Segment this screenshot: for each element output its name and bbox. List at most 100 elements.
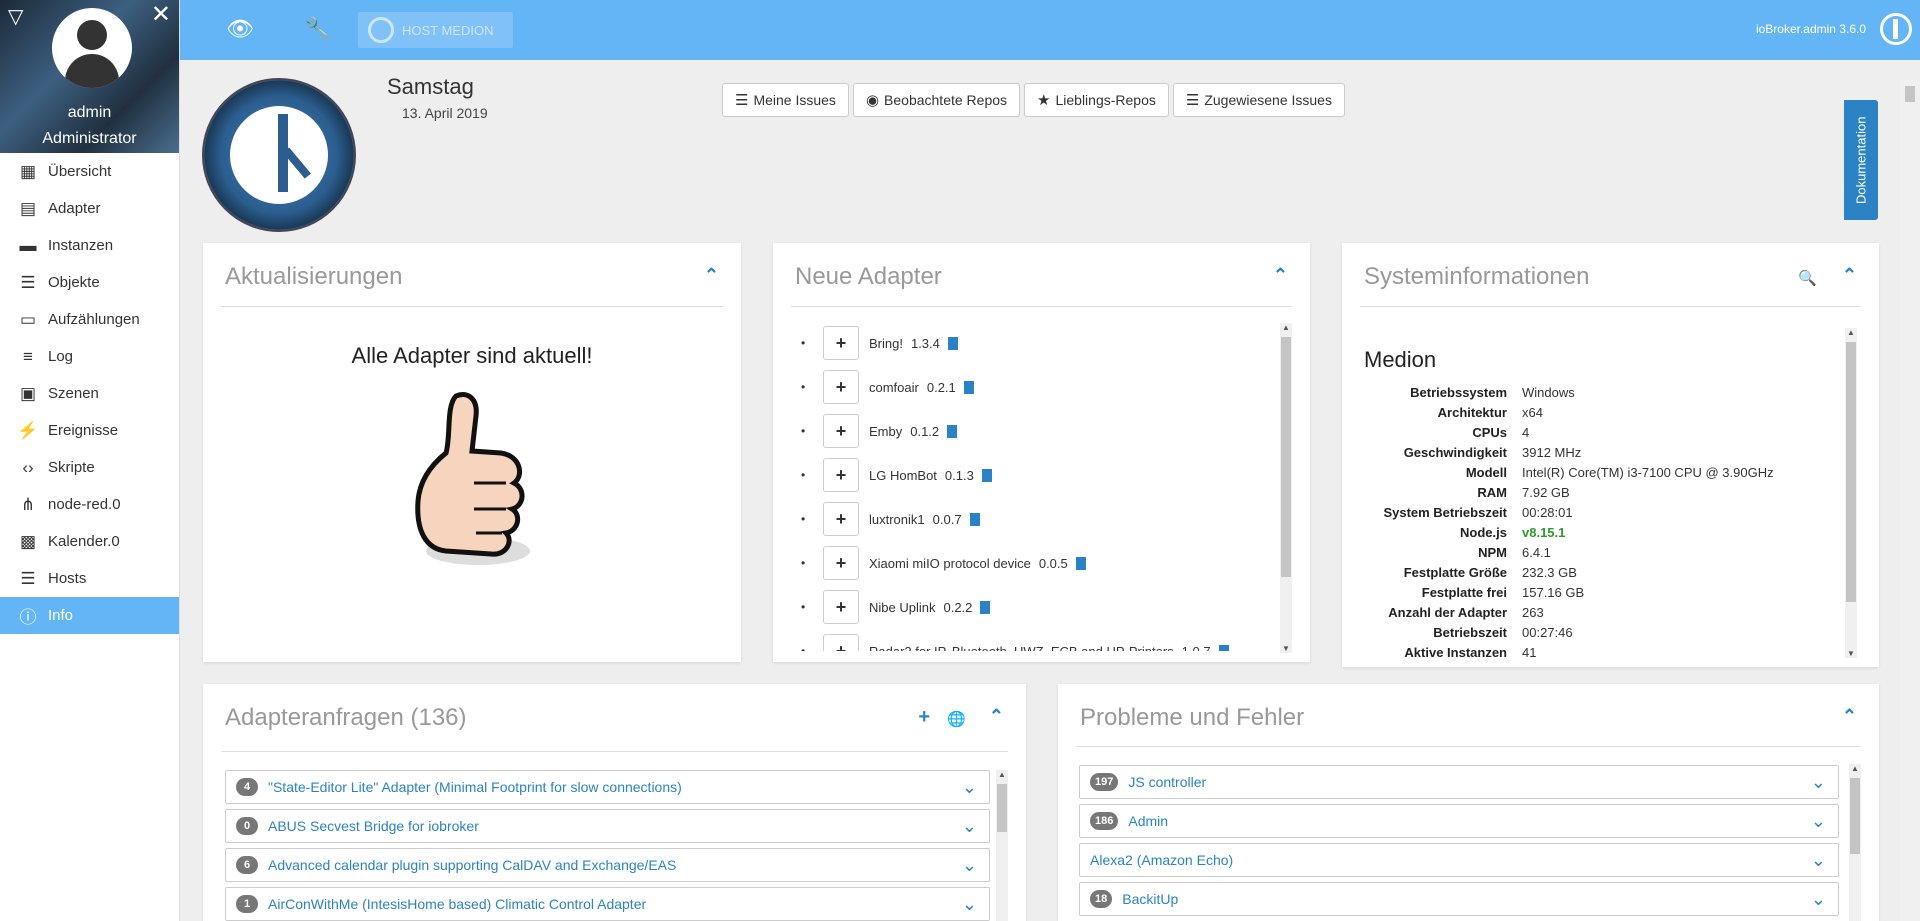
info-key: Node.js (1460, 525, 1507, 540)
info-scrollbar[interactable]: ▲ ▼ (1845, 328, 1857, 658)
user-profile: ▽ ✕ admin Administrator (0, 0, 179, 153)
adapter-name: comfoair (869, 379, 919, 395)
meine-issues-button[interactable]: ☰ Meine Issues (722, 83, 849, 117)
sidebar-item-ereignisse[interactable]: ⚡ Ereignisse (0, 412, 179, 449)
sidebar-item-skripte[interactable]: ‹› Skripte (0, 449, 179, 486)
beobachtete-repos-button[interactable]: ◉ Beobachtete Repos (852, 83, 1021, 117)
collapse-icon[interactable]: ⌃ (1842, 706, 1857, 727)
enum-icon: ▭ (19, 309, 37, 329)
item-label: ABUS Secvest Bridge for iobroker (268, 818, 479, 834)
add-request-icon[interactable]: + (918, 706, 930, 729)
install-button[interactable]: + (823, 502, 859, 536)
install-button[interactable]: + (823, 458, 859, 492)
accordion-item[interactable]: 1 AirConWithMe (IntesisHome based) Climat… (225, 887, 990, 921)
sidebar-item-node-red-0[interactable]: ⋔ node-red.0 (0, 486, 179, 523)
accordion-item[interactable]: 6 Advanced calendar plugin supporting Cal… (225, 848, 990, 882)
readme-icon[interactable] (947, 336, 958, 350)
sidebar-item-info[interactable]: ⓘ Info (0, 597, 179, 634)
instances-icon: ▬ (19, 235, 37, 255)
list-item: • + comfoair 0.2.1 (801, 365, 1261, 409)
sidebar-item-adapter[interactable]: ▤ Adapter (0, 190, 179, 227)
accordion-item[interactable]: 197 JS controller ⌄ (1079, 765, 1839, 799)
github-buttons: ☰ Meine Issues ◉ Beobachtete Repos ★ Liebling… (722, 83, 1345, 117)
chevron-down-icon[interactable]: ⌄ (1811, 811, 1826, 832)
sidebar-item-hosts[interactable]: ☰ Hosts (0, 560, 179, 597)
globe-icon[interactable]: 🌐 (947, 710, 966, 728)
info-row: Architektur x64 (1342, 405, 1842, 425)
info-row: CPUs 4 (1342, 425, 1842, 445)
adapter-version: 1.0.7 (1181, 643, 1211, 652)
sidebar-item-szenen[interactable]: ▣ Szenen (0, 375, 179, 412)
accordion-item[interactable]: Alexa2 (Amazon Echo) ⌄ (1079, 843, 1839, 877)
list-item: • + Radar2 for IP, Bluetooth, UWZ, ECB and… (801, 629, 1261, 651)
info-row: Geschwindigkeit 3912 MHz (1342, 445, 1842, 465)
readme-icon[interactable] (1075, 556, 1086, 570)
accordion-item[interactable]: 186 Admin ⌄ (1079, 804, 1839, 838)
install-button[interactable]: + (823, 414, 859, 448)
sidebar-item-übersicht[interactable]: ▦ Übersicht (0, 153, 179, 190)
readme-icon[interactable] (969, 512, 980, 526)
sidebar-item-log[interactable]: ≡ Log (0, 338, 179, 375)
readme-icon[interactable] (963, 380, 974, 394)
eye-icon[interactable]: 👁 (226, 16, 254, 42)
adapter-version: 0.2.1 (926, 379, 956, 395)
sidebar-nav: ▦ Übersicht ▤ Adapter ▬ Instanzen ☰ Objekte ▭ Auf… (0, 153, 179, 634)
install-button[interactable]: + (823, 590, 859, 624)
chevron-down-icon[interactable]: ⌄ (1811, 889, 1826, 910)
page-scrollbar[interactable] (1900, 80, 1920, 921)
host-selector-button[interactable]: HOST MEDION (358, 12, 513, 48)
collapse-icon[interactable]: ⌃ (1842, 265, 1857, 286)
install-button[interactable]: + (823, 634, 859, 651)
chevron-down-icon[interactable]: ⌄ (962, 777, 977, 798)
collapse-icon[interactable]: ⌃ (989, 706, 1004, 727)
button-label: Meine Issues (753, 92, 836, 108)
lieblings-repos-button[interactable]: ★ Lieblings-Repos (1024, 83, 1169, 117)
info-key: RAM (1477, 485, 1507, 500)
problems-card: Probleme und Fehler ⌃ 197 JS controller ⌄ 1… (1058, 684, 1879, 921)
search-icon[interactable]: 🔍 (1798, 269, 1817, 287)
info-value: Intel(R) Core(TM) i3-7100 CPU @ 3.90GHz (1522, 465, 1774, 480)
chevron-down-icon[interactable]: ⌄ (962, 855, 977, 876)
sidebar: ▽ ✕ admin Administrator ▦ Übersicht ▤ Adapt… (0, 0, 180, 921)
chevron-down-icon[interactable]: ⌄ (1811, 850, 1826, 871)
sidebar-item-objekte[interactable]: ☰ Objekte (0, 264, 179, 301)
readme-icon[interactable] (980, 600, 991, 614)
info-value: 263 (1522, 605, 1544, 620)
accordion-item[interactable]: 0 ABUS Secvest Bridge for iobroker ⌄ (225, 809, 990, 843)
adapter-requests-card: Adapteranfragen (136) + 🌐 ⌃ 4 "State-Edit… (203, 684, 1026, 921)
list-scrollbar[interactable]: ▲ ▼ (1280, 323, 1292, 653)
collapse-icon[interactable]: ⌃ (704, 265, 719, 286)
install-button[interactable]: + (823, 326, 859, 360)
chevron-down-icon[interactable]: ⌄ (962, 816, 977, 837)
info-value: 6.4.1 (1522, 545, 1551, 560)
host-label: HOST MEDION (402, 22, 494, 38)
requests-scrollbar[interactable]: ▲ (996, 770, 1008, 921)
wrench-icon[interactable]: 🔧 (304, 16, 331, 42)
sidebar-item-kalender-0[interactable]: ▩ Kalender.0 (0, 523, 179, 560)
chevron-down-icon[interactable]: ⌄ (962, 894, 977, 915)
adapter-version: 0.2.2 (943, 599, 973, 615)
updates-message: Alle Adapter sind aktuell! (351, 343, 593, 368)
documentation-tab[interactable]: Dokumentation (1844, 100, 1878, 220)
readme-icon[interactable] (947, 424, 958, 438)
install-button[interactable]: + (823, 370, 859, 404)
sidebar-item-label: Adapter (48, 200, 101, 217)
sidebar-item-aufzählungen[interactable]: ▭ Aufzählungen (0, 301, 179, 338)
chevron-down-icon[interactable]: ⌄ (1811, 772, 1826, 793)
collapse-icon[interactable]: ⌃ (1273, 265, 1288, 286)
menu-toggle-icon[interactable]: ▽ (8, 4, 23, 29)
list-icon: ☰ (20, 272, 36, 292)
close-icon[interactable]: ✕ (151, 0, 171, 29)
install-button[interactable]: + (823, 546, 859, 580)
sidebar-item-instanzen[interactable]: ▬ Instanzen (0, 227, 179, 264)
problems-scrollbar[interactable]: ▲ (1849, 764, 1861, 921)
info-value: v8.15.1 (1522, 525, 1566, 540)
info-value: 41 (1522, 645, 1537, 657)
accordion-item[interactable]: 18 BackitUp ⌄ (1079, 882, 1839, 916)
readme-icon[interactable] (981, 468, 992, 482)
info-row: Betriebszeit 00:27:46 (1342, 625, 1842, 645)
accordion-item[interactable]: 4 "State-Editor Lite" Adapter (Minimal Fo… (225, 770, 990, 804)
zugewiesene-issues-button[interactable]: ☰ Zugewiesene Issues (1172, 83, 1345, 117)
info-row: RAM 7.92 GB (1342, 485, 1842, 505)
readme-icon[interactable] (1218, 644, 1229, 651)
